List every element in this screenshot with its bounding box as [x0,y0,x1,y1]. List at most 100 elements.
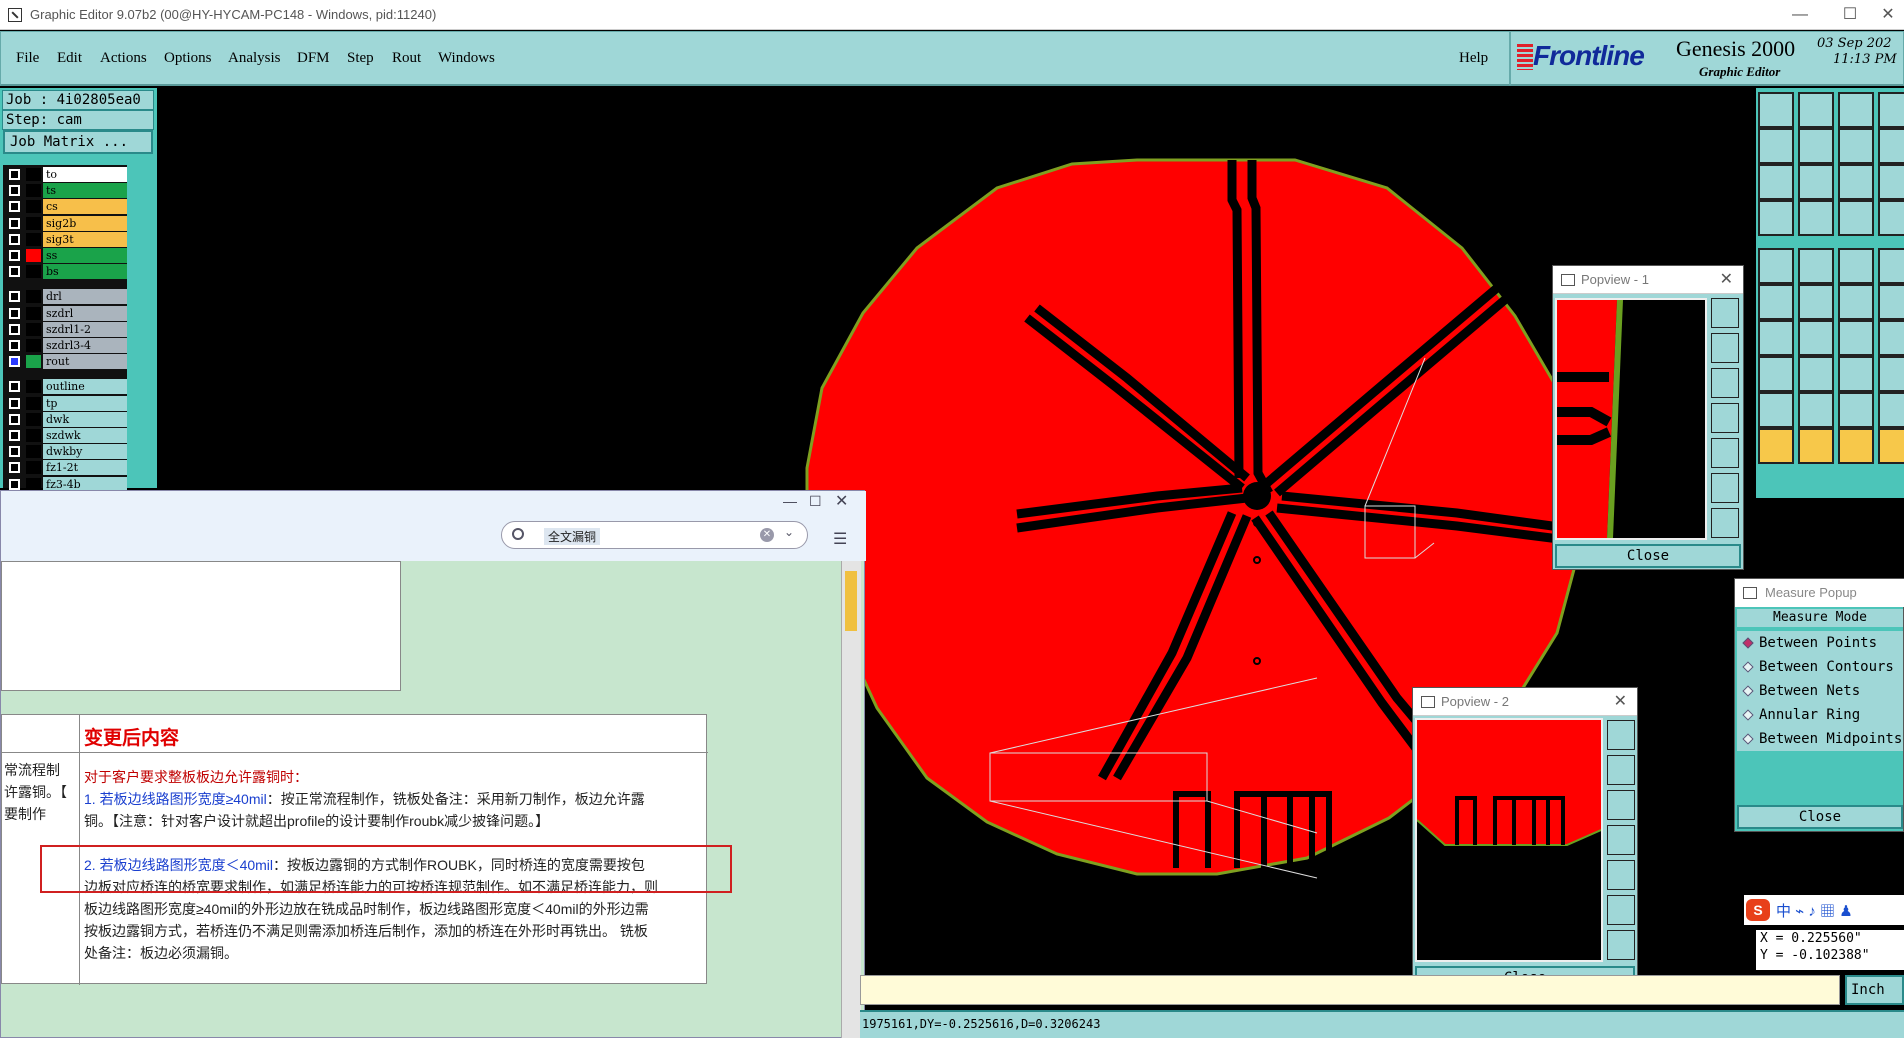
layer-row[interactable]: fz1-2t [3,460,127,476]
layer-name[interactable]: drl [43,289,127,305]
layer-row[interactable]: sig3t [3,231,127,247]
tool-pad-icon[interactable] [1758,248,1794,284]
menu-rout[interactable]: Rout [392,50,421,67]
layer-checkbox[interactable] [9,462,20,474]
tool-undo-icon[interactable] [1838,128,1874,164]
tool-arc-icon[interactable] [1838,284,1874,320]
pan-down-button[interactable] [1607,790,1635,820]
layer-name[interactable]: bs [43,264,127,280]
scrollbar-thumb[interactable] [845,571,857,631]
layer-name[interactable]: fz1-2t [43,460,127,476]
layer-name[interactable]: ss [43,248,127,263]
menu-windows[interactable]: Windows [438,50,495,67]
layer-marker[interactable] [26,477,41,491]
layer-marker[interactable] [26,249,41,262]
layer-marker[interactable] [26,445,41,459]
tool-net-icon[interactable] [1758,284,1794,320]
layer-name[interactable]: szdrl [43,305,127,321]
pan-up-button[interactable] [1607,755,1635,785]
tool-measure-icon[interactable] [1838,200,1874,236]
layer-row[interactable]: dwkby [3,444,127,460]
chevron-down-icon[interactable]: ⌄ [784,525,794,539]
search-input[interactable]: 全文漏铜 ✕ ⌄ [501,521,808,549]
layer-name[interactable]: dwk [43,411,127,427]
pan-right-button[interactable] [1711,438,1739,468]
zoom-home-button[interactable] [1711,298,1739,328]
tool-trim-icon[interactable] [1798,356,1834,392]
tool-feature-icon[interactable] [1798,248,1834,284]
layer-checkbox[interactable] [9,185,20,197]
list-icon[interactable]: ☰ [833,529,847,549]
menu-actions[interactable]: Actions [100,50,147,67]
measure-close-button[interactable]: Close [1737,805,1903,829]
layer-marker[interactable] [26,429,41,442]
tool-save-icon[interactable] [1798,92,1834,128]
layer-name[interactable]: sig2b [43,215,127,231]
tool-tri2-icon[interactable] [1798,392,1834,428]
close-icon[interactable]: ✕ [835,491,848,511]
layer-checkbox[interactable] [9,291,20,303]
layer-marker[interactable] [26,322,41,336]
popview-1-close-button[interactable]: Close [1555,544,1741,568]
layer-marker[interactable] [26,265,41,279]
layer-marker[interactable] [26,232,41,246]
tool-ratio-icon[interactable] [1838,164,1874,200]
layer-name[interactable]: dwkby [43,444,127,460]
tool-copy-icon[interactable] [1758,356,1794,392]
pan-down-button[interactable] [1711,368,1739,398]
menu-file[interactable]: File [16,50,39,67]
layer-marker[interactable] [26,168,41,181]
tool-filter-icon[interactable] [1758,200,1794,236]
tool-tri4-icon[interactable] [1878,392,1904,428]
pan-left-button[interactable] [1711,403,1739,433]
vertical-scrollbar[interactable] [841,561,861,1038]
tool-line2-icon[interactable] [1798,320,1834,356]
tool-select-icon[interactable] [1758,428,1794,464]
tool-select2-icon[interactable] [1798,428,1834,464]
ime-toolbar[interactable]: S 中 ⌁ ♪ ▦ ♟ [1744,895,1904,925]
layer-row[interactable]: cs [3,199,127,215]
layer-checkbox[interactable] [9,413,20,425]
layer-checkbox[interactable] [9,201,20,213]
layer-row[interactable]: outline [3,379,127,395]
layer-row[interactable]: ts [3,183,127,199]
layer-checkbox[interactable] [9,397,20,409]
layer-checkbox[interactable] [9,217,20,229]
layer-name[interactable]: sig3t [43,231,127,247]
minimize-icon[interactable]: — [1780,4,1820,26]
layer-checkbox[interactable] [9,250,20,261]
tool-move-icon[interactable] [1838,356,1874,392]
layer-row[interactable]: bs [3,264,127,280]
close-icon[interactable]: ✕ [1872,4,1904,26]
layer-name[interactable]: szdrl3-4 [43,338,127,353]
layer-name[interactable]: szdrl1-2 [43,321,127,337]
tool-cross-icon[interactable] [1798,284,1834,320]
layer-checkbox[interactable] [9,233,20,245]
tool-tri-icon[interactable] [1758,392,1794,428]
layer-checkbox[interactable] [9,169,20,180]
ime-mode-icon[interactable]: 中 ⌁ ♪ ▦ ♟ [1776,900,1853,921]
popview-2-view[interactable] [1415,718,1603,962]
zoom-home-button[interactable] [1607,720,1635,750]
measure-option[interactable]: Between Points [1737,631,1903,655]
layer-row[interactable]: tp [3,395,127,411]
maximize-icon[interactable]: ☐ [809,493,822,510]
tool-tri3-icon[interactable] [1838,392,1874,428]
layer-checkbox[interactable] [9,446,20,458]
measure-option[interactable]: Between Nets [1737,679,1903,703]
layer-name[interactable]: szdwk [43,428,127,443]
pan-up-button[interactable] [1711,333,1739,363]
menu-step[interactable]: Step [347,50,374,67]
tool-dot-icon[interactable] [1878,248,1904,284]
layer-row[interactable]: rout [3,354,127,370]
minimize-icon[interactable]: — [783,493,797,509]
popview-1-view[interactable] [1555,298,1707,540]
layer-row[interactable]: dwk [3,411,127,427]
close-icon[interactable]: ✕ [1614,688,1627,716]
layer-marker[interactable] [26,184,41,198]
tool-select3-icon[interactable] [1838,428,1874,464]
layer-checkbox[interactable] [9,430,20,441]
pan-right-button[interactable] [1607,860,1635,890]
layer-name[interactable]: cs [43,199,127,215]
tool-diag-icon[interactable] [1878,284,1904,320]
